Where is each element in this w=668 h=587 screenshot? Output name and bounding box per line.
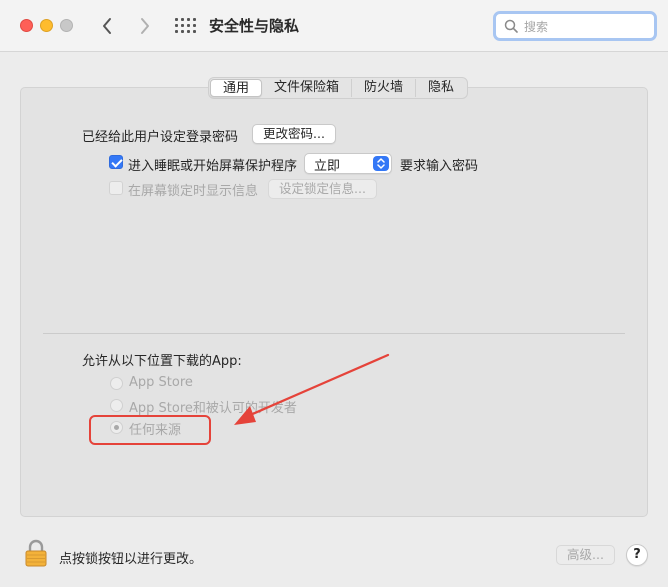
radio-identified-developers[interactable]: [110, 399, 123, 412]
lock-hint-text: 点按锁按钮以进行更改。: [59, 552, 203, 567]
password-set-label: 已经给此用户设定登录密码: [82, 130, 239, 145]
window-title: 安全性与隐私: [209, 17, 300, 35]
require-password-suffix: 要求输入密码: [400, 159, 479, 174]
minimize-window-button[interactable]: [40, 19, 53, 32]
forward-button[interactable]: [133, 13, 157, 39]
tab-bar: 通用 文件保险箱 防火墙 隐私: [208, 77, 469, 99]
forward-icon: [141, 18, 149, 34]
preferences-window: 安全性与隐私 通用 文件保险箱 防火墙 隐私 已经给此用户设定登录密码 更改密码…: [0, 0, 668, 587]
tab-general[interactable]: 通用: [210, 79, 263, 97]
password-delay-popup[interactable]: 立即: [304, 153, 392, 174]
radio-identified-developers-label: App Store和被认可的开发者: [129, 401, 297, 416]
search-icon: [504, 19, 518, 33]
help-icon: ?: [633, 547, 641, 562]
annotation-highlight-box: [89, 415, 211, 445]
help-button[interactable]: ?: [626, 544, 648, 566]
back-icon: [103, 18, 111, 34]
require-password-checkbox[interactable]: [109, 155, 123, 169]
tab-firewall[interactable]: 防火墙: [352, 79, 417, 97]
close-window-button[interactable]: [20, 19, 33, 32]
search-input[interactable]: [524, 17, 650, 37]
title-bar: 安全性与隐私: [0, 0, 668, 52]
show-lock-message-checkbox[interactable]: [109, 181, 123, 195]
zoom-window-button[interactable]: [60, 19, 73, 32]
set-lock-message-button[interactable]: 设定锁定信息...: [268, 179, 377, 199]
advanced-button[interactable]: 高级...: [556, 545, 615, 565]
download-source-heading: 允许从以下位置下载的App:: [82, 354, 242, 369]
password-delay-value: 立即: [314, 159, 341, 174]
lock-icon[interactable]: [24, 539, 48, 567]
tab-filevault[interactable]: 文件保险箱: [262, 79, 353, 97]
show-all-button[interactable]: [174, 16, 196, 36]
back-button[interactable]: [95, 13, 119, 39]
radio-app-store-label: App Store: [129, 375, 193, 390]
tab-privacy[interactable]: 隐私: [416, 79, 466, 97]
require-password-label: 进入睡眠或开始屏幕保护程序: [128, 159, 298, 174]
change-password-button[interactable]: 更改密码...: [252, 124, 336, 144]
show-lock-message-label: 在屏幕锁定时显示信息: [128, 184, 259, 199]
content-panel: [20, 87, 648, 517]
radio-app-store[interactable]: [110, 377, 123, 390]
chevron-updown-icon: [373, 156, 389, 171]
section-divider: [43, 333, 625, 334]
search-field[interactable]: [493, 11, 657, 41]
